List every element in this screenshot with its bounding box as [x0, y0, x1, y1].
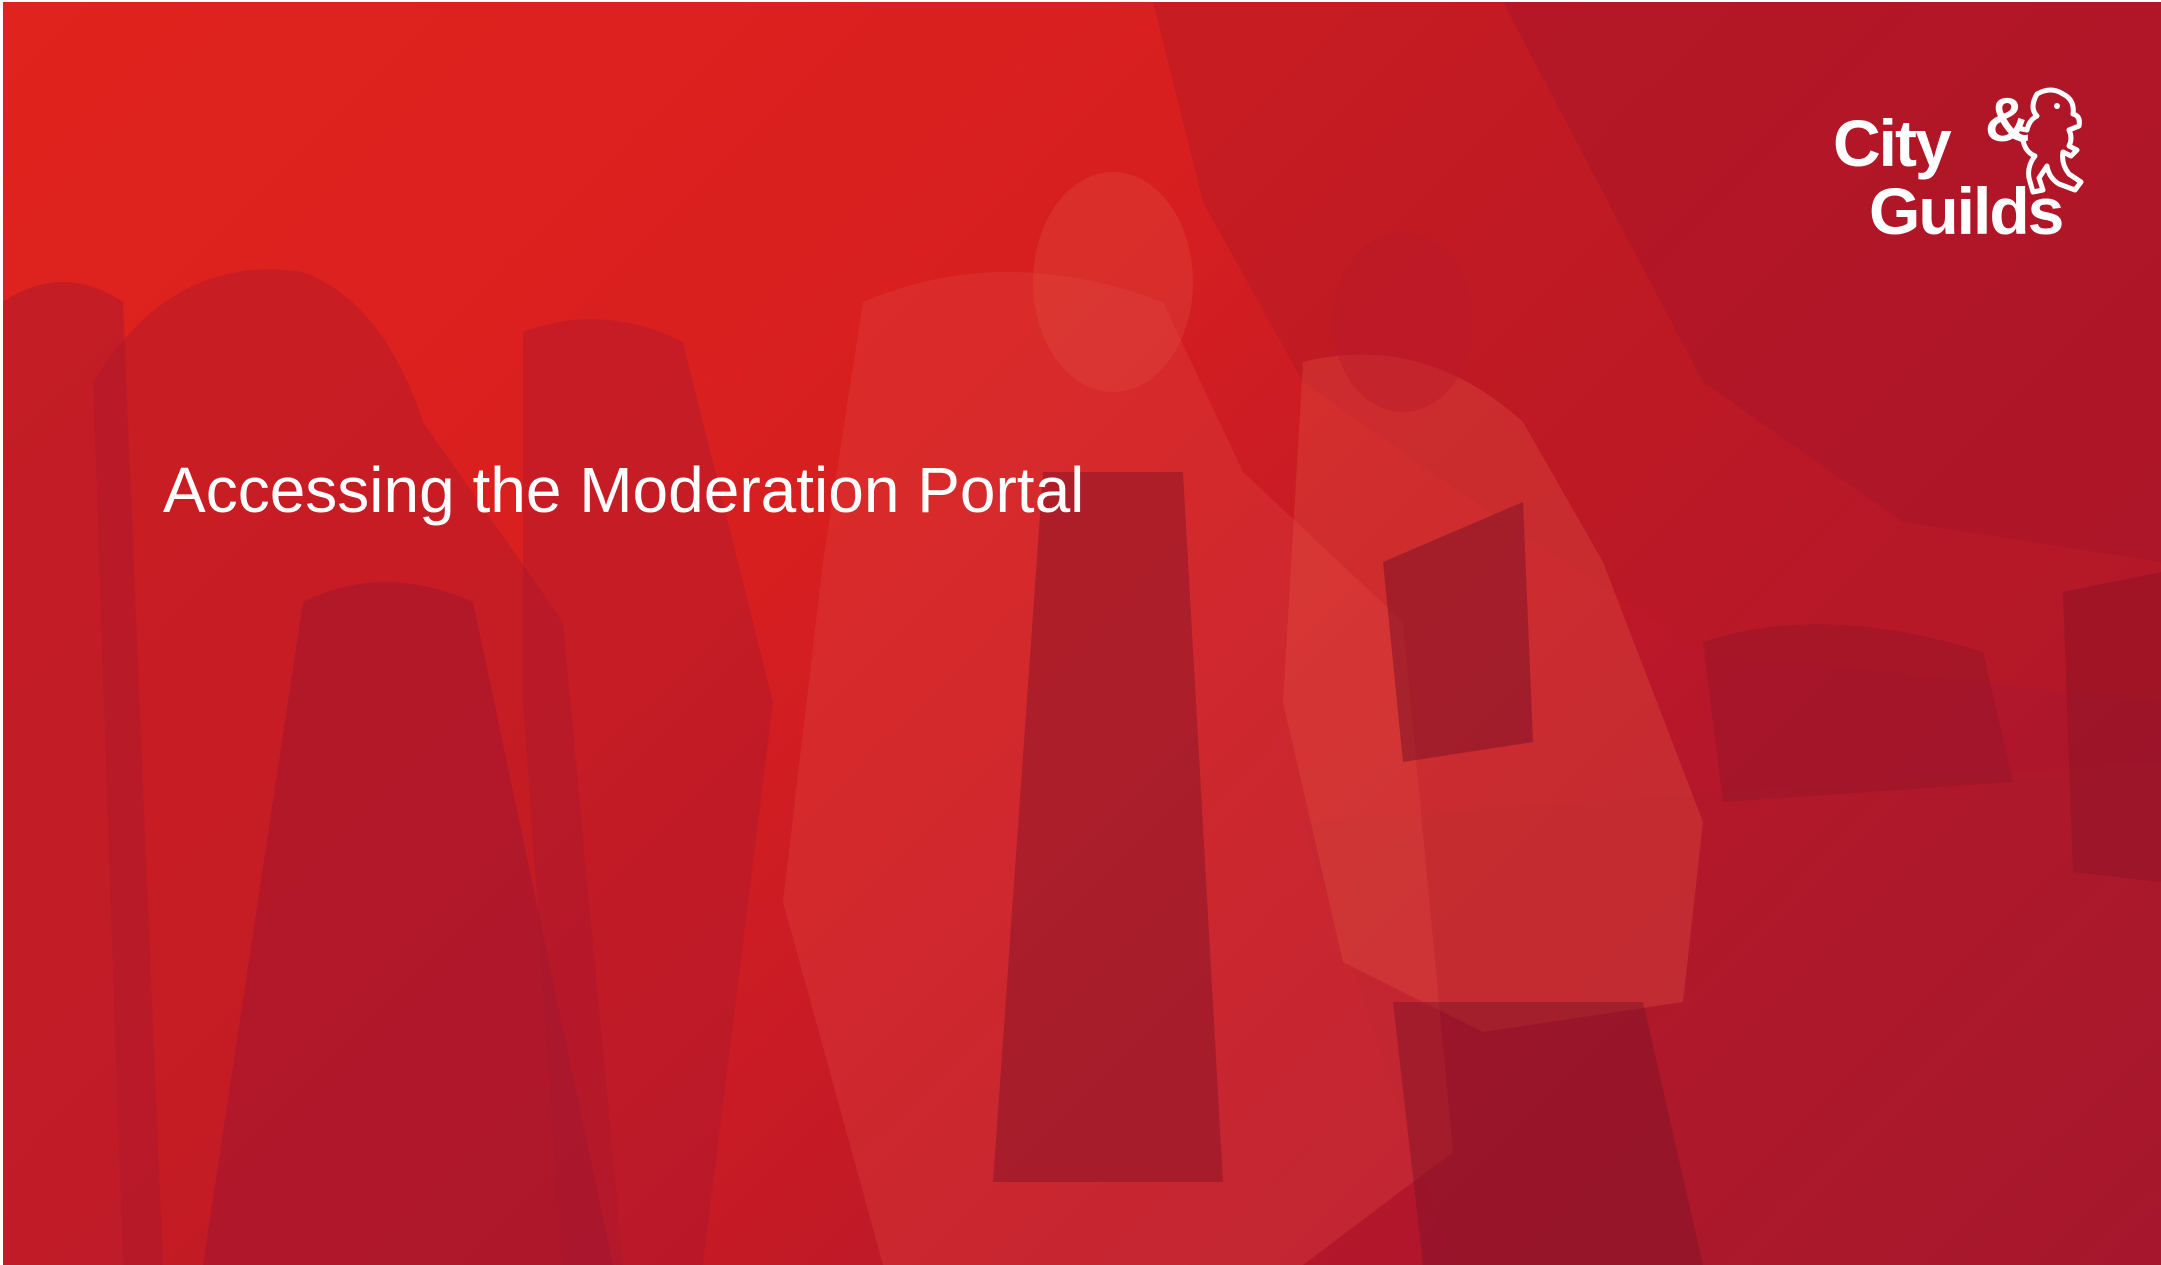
- lion-icon: [2010, 87, 2084, 195]
- logo-word-city: City: [1833, 106, 1952, 180]
- title-slide: Accessing the Moderation Portal City & G…: [3, 2, 2161, 1265]
- slide-title: Accessing the Moderation Portal: [163, 454, 1085, 526]
- city-and-guilds-logo: City & Guilds: [1829, 86, 2089, 246]
